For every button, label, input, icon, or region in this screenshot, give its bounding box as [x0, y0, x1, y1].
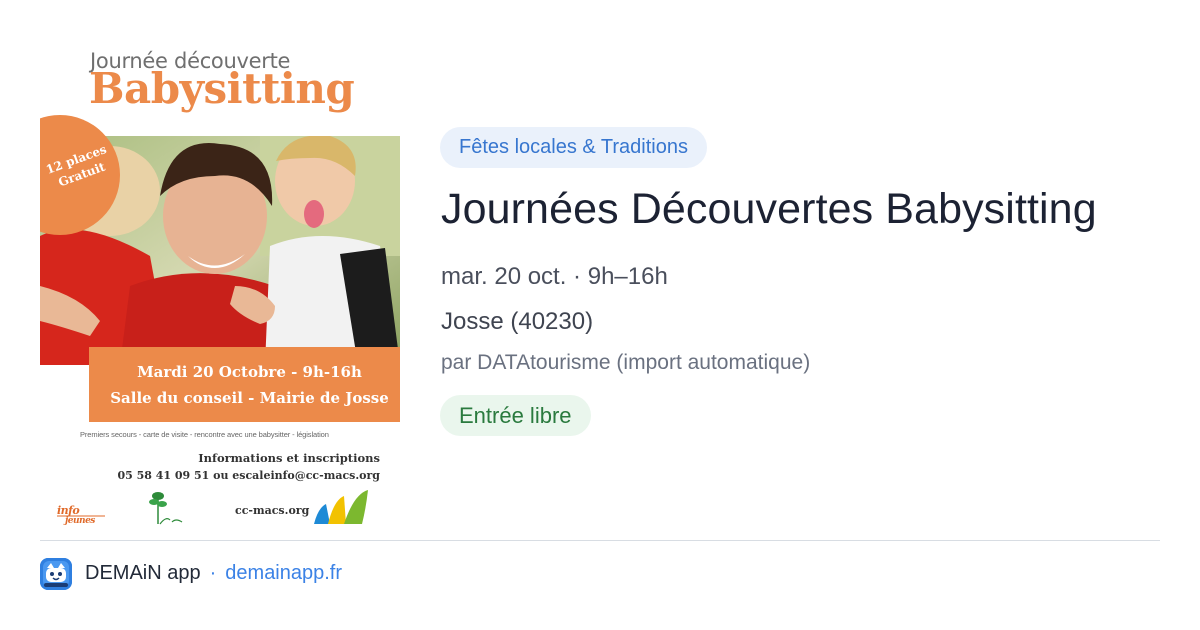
- event-source: par DATAtourisme (import automatique): [441, 351, 811, 374]
- plant-logo: [146, 490, 196, 525]
- poster-website: cc-macs.org: [235, 504, 310, 517]
- macs-logo: [312, 488, 378, 525]
- poster-info-contact: 05 58 41 09 51 ou escaleinfo@cc-macs.org: [117, 469, 380, 482]
- event-title: Journées Découvertes Babysitting: [441, 185, 1097, 233]
- footer-divider: [40, 540, 1160, 541]
- footer-app-name: DEMAiN app: [85, 562, 201, 584]
- event-location: Josse (40230): [441, 308, 594, 335]
- event-poster[interactable]: Journée découverte Babysitting 12 places…: [40, 40, 400, 525]
- poster-banner: Mardi 20 Octobre - 9h-16h Salle du conse…: [89, 347, 400, 422]
- category-chip[interactable]: Fêtes locales & Traditions: [440, 127, 707, 168]
- poster-info-heading: Informations et inscriptions: [198, 451, 380, 465]
- poster-topics: Premiers secours - carte de visite - ren…: [80, 430, 329, 439]
- info-jeunes-logo: info jeunes: [57, 503, 109, 525]
- poster-banner-date: Mardi 20 Octobre - 9h-16h: [137, 363, 362, 381]
- footer-separator: ·: [209, 562, 217, 584]
- poster-banner-location: Salle du conseil - Mairie de Josse: [110, 389, 389, 407]
- footer-brand: DEMAiN app · demainapp.fr: [85, 562, 342, 585]
- svg-text:jeunes: jeunes: [63, 516, 95, 525]
- event-datetime: mar. 20 oct. · 9h–16h: [441, 263, 668, 290]
- poster-title: Babysitting: [89, 64, 355, 113]
- footer-website-link[interactable]: demainapp.fr: [225, 562, 342, 584]
- demain-app-icon: [40, 558, 72, 590]
- price-chip: Entrée libre: [440, 395, 591, 436]
